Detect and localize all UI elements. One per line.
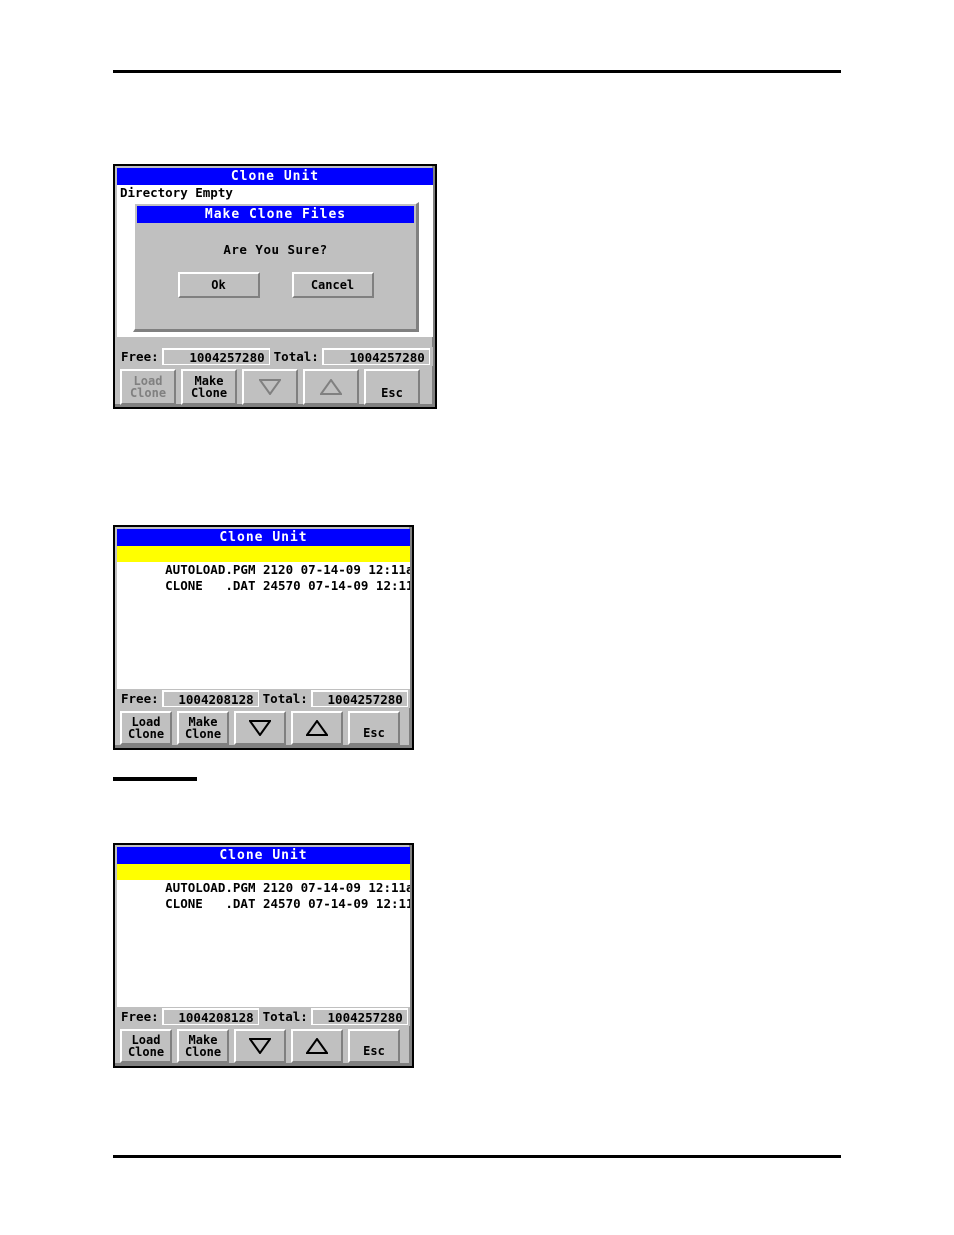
storage-status-bar: Free: 1004208128 Total: 1004257280 (117, 689, 410, 708)
dialog-button-row: Ok Cancel (135, 272, 416, 298)
esc-button[interactable]: Esc (348, 711, 400, 745)
file-name: AUTOLOAD.PGM (165, 562, 256, 577)
cancel-button-label: Cancel (310, 278, 355, 292)
file-name: CLONE .DAT (165, 896, 256, 911)
load-clone-label-line2: Clone (127, 1045, 165, 1059)
softkey-bar: Load Clone Make Clone Esc (117, 709, 410, 747)
free-label: Free: (121, 349, 159, 364)
file-date: 07-14-09 (300, 562, 361, 577)
free-value: 1004208128 (161, 690, 259, 707)
load-clone-button[interactable]: Load Clone (120, 369, 176, 405)
panel-title: Clone Unit (230, 169, 320, 184)
file-size: 2120 (263, 562, 294, 577)
file-time: 12:11a (375, 896, 410, 911)
scroll-down-button[interactable] (242, 369, 298, 405)
clone-unit-panel-files-a: Clone Unit AUTOLOAD.PGM 2120 07-14-09 12… (113, 525, 414, 750)
esc-label: Esc (363, 1044, 385, 1058)
esc-label: Esc (381, 386, 403, 400)
make-clone-button[interactable]: Make Clone (181, 369, 237, 405)
file-size: 2120 (263, 880, 294, 895)
panel-title: Clone Unit (219, 530, 308, 545)
free-label: Free: (121, 691, 159, 706)
scroll-up-button[interactable] (291, 1029, 343, 1063)
file-name: CLONE .DAT (165, 578, 256, 593)
file-size: 24570 (263, 896, 301, 911)
total-label: Total: (262, 1009, 308, 1024)
esc-button[interactable]: Esc (348, 1029, 400, 1063)
cancel-button[interactable]: Cancel (291, 272, 374, 298)
load-clone-label-line2: Clone (127, 727, 165, 741)
triangle-down-icon (249, 720, 271, 736)
triangle-down-icon (259, 379, 281, 395)
storage-status-bar: Free: 1004208128 Total: 1004257280 (117, 1007, 410, 1026)
free-value: 1004257280 (161, 348, 270, 365)
file-time: 12:11a (368, 880, 410, 895)
total-value: 1004257280 (321, 348, 430, 365)
scroll-down-button[interactable] (234, 711, 286, 745)
load-clone-button[interactable]: Load Clone (120, 711, 172, 745)
dialog-title-bar: Make Clone Files (137, 206, 414, 223)
load-clone-label-line2: Clone (129, 386, 167, 400)
panel-title-bar: Clone Unit (117, 168, 433, 185)
panel-title-bar: Clone Unit (117, 847, 410, 864)
clone-unit-panel-files-b: Clone Unit AUTOLOAD.PGM 2120 07-14-09 12… (113, 843, 414, 1068)
ok-button[interactable]: Ok (177, 272, 260, 298)
page-footer-rule (113, 1155, 841, 1158)
esc-label: Esc (363, 726, 385, 740)
file-list-screen: AUTOLOAD.PGM 2120 07-14-09 12:11a CLONE … (117, 546, 410, 689)
scroll-up-button[interactable] (291, 711, 343, 745)
panel-title-bar: Clone Unit (117, 529, 410, 546)
triangle-up-icon (320, 379, 342, 395)
make-clone-button[interactable]: Make Clone (177, 1029, 229, 1063)
triangle-down-icon (249, 1038, 271, 1054)
file-date: 07-14-09 (308, 578, 369, 593)
file-name: AUTOLOAD.PGM (165, 880, 256, 895)
file-date: 07-14-09 (308, 896, 369, 911)
triangle-up-icon (306, 720, 328, 736)
dialog-title: Make Clone Files (204, 207, 347, 222)
make-clone-label-line2: Clone (184, 727, 222, 741)
panel-title: Clone Unit (219, 848, 308, 863)
storage-status-bar: Free: 1004257280 Total: 1004257280 (117, 347, 433, 366)
make-clone-files-dialog: Make Clone Files Are You Sure? Ok Cancel (133, 202, 419, 332)
make-clone-button[interactable]: Make Clone (177, 711, 229, 745)
scroll-up-button[interactable] (303, 369, 359, 405)
make-clone-label-line2: Clone (184, 1045, 222, 1059)
page-header-rule (113, 70, 841, 73)
clone-unit-panel-confirm: Clone Unit Directory Empty Make Clone Fi… (113, 164, 437, 409)
free-value: 1004208128 (161, 1008, 259, 1025)
total-label: Total: (273, 349, 319, 364)
ok-button-label: Ok (211, 278, 226, 292)
directory-empty-message: Directory Empty (120, 185, 233, 200)
total-value: 1004257280 (310, 1008, 408, 1025)
file-time: 12:11a (375, 578, 410, 593)
file-list-row[interactable]: AUTOLOAD.PGM 2120 07-14-09 12:11a (117, 546, 410, 577)
total-value: 1004257280 (310, 690, 408, 707)
file-list-screen: AUTOLOAD.PGM 2120 07-14-09 12:11a CLONE … (117, 864, 410, 1007)
dialog-message: Are You Sure? (223, 242, 328, 257)
section-heading-rule (113, 777, 197, 781)
total-label: Total: (262, 691, 308, 706)
file-date: 07-14-09 (300, 880, 361, 895)
file-size: 24570 (263, 578, 301, 593)
load-clone-button[interactable]: Load Clone (120, 1029, 172, 1063)
scroll-down-button[interactable] (234, 1029, 286, 1063)
softkey-bar: Load Clone Make Clone Esc (117, 1027, 410, 1065)
free-label: Free: (121, 1009, 159, 1024)
softkey-bar: Load Clone Make Clone Esc (117, 367, 433, 407)
file-time: 12:11a (368, 562, 410, 577)
esc-button[interactable]: Esc (364, 369, 420, 405)
make-clone-label-line2: Clone (190, 386, 228, 400)
triangle-up-icon (306, 1038, 328, 1054)
file-list-row[interactable]: AUTOLOAD.PGM 2120 07-14-09 12:11a (117, 864, 410, 895)
